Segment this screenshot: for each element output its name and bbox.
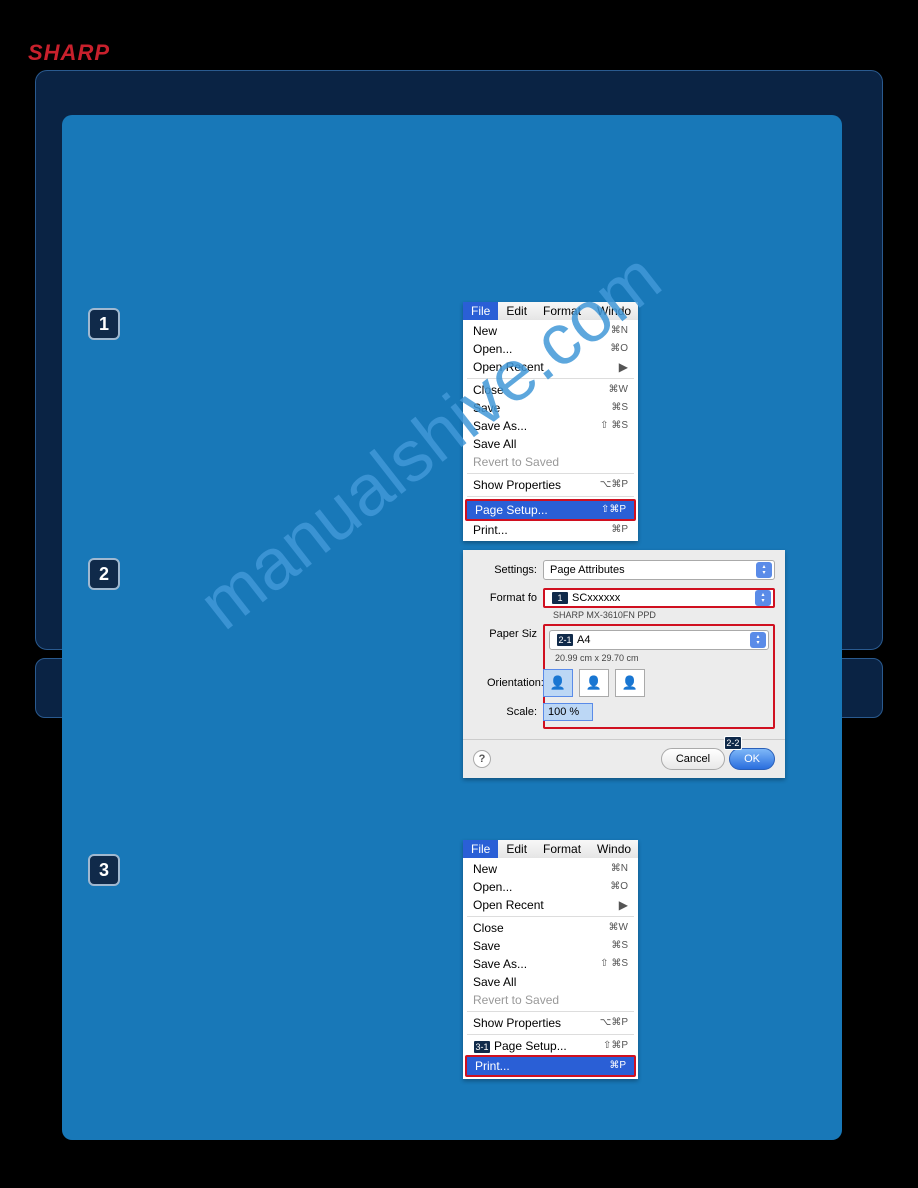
menubar-window[interactable]: Windo <box>589 302 639 320</box>
menubar-file[interactable]: File <box>463 840 498 858</box>
scale-label: Scale: <box>487 706 543 718</box>
menu-revert: Revert to Saved <box>463 453 638 471</box>
menubar-window[interactable]: Windo <box>589 840 639 858</box>
menu-new[interactable]: New⌘N <box>463 860 638 878</box>
menubar-format[interactable]: Format <box>535 302 589 320</box>
cancel-button[interactable]: Cancel <box>661 748 725 770</box>
paper-select[interactable]: 2-1A4 <box>549 630 769 650</box>
brand-logo: SHARP <box>28 40 110 66</box>
menu-print[interactable]: Print...⌘P <box>463 521 638 539</box>
dropdown-icon <box>755 590 771 606</box>
menu-save-all[interactable]: Save All <box>463 973 638 991</box>
menu-page-setup[interactable]: Page Setup...⇧⌘P <box>465 499 636 521</box>
menu-show-properties[interactable]: Show Properties⌥⌘P <box>463 476 638 494</box>
menu-close[interactable]: Close⌘W <box>463 919 638 937</box>
step-2-badge: 2 <box>88 558 120 590</box>
ppd-text: SHARP MX-3610FN PPD <box>553 610 775 620</box>
menubar: File Edit Format Windo <box>463 840 638 858</box>
menubar-file[interactable]: File <box>463 302 498 320</box>
menubar-edit[interactable]: Edit <box>498 840 535 858</box>
orient-portrait[interactable]: 👤 <box>543 669 573 697</box>
orient-landscape-l[interactable]: 👤 <box>579 669 609 697</box>
help-button[interactable]: ? <box>473 750 491 768</box>
menu-revert: Revert to Saved <box>463 991 638 1009</box>
file-menu-2: File Edit Format Windo New⌘N Open...⌘O O… <box>463 840 638 1079</box>
step-1-badge: 1 <box>88 308 120 340</box>
paper-dimensions: 20.99 cm x 29.70 cm <box>555 653 769 663</box>
dropdown-icon <box>756 562 772 578</box>
menu-save-all[interactable]: Save All <box>463 435 638 453</box>
scale-input[interactable] <box>543 703 593 721</box>
settings-label: Settings: <box>473 564 543 576</box>
ok-button[interactable]: OK <box>729 748 775 770</box>
format-select[interactable]: 1SCxxxxxx <box>543 588 775 608</box>
orient-label: Orientation: <box>487 677 543 689</box>
menu-save[interactable]: Save⌘S <box>463 399 638 417</box>
menu-open[interactable]: Open...⌘O <box>463 340 638 358</box>
menu-new[interactable]: New⌘N <box>463 322 638 340</box>
menu-open-recent[interactable]: Open Recent▶ <box>463 896 638 914</box>
step-3-badge: 3 <box>88 854 120 886</box>
file-menu-1: File Edit Format Windo New⌘N Open...⌘O O… <box>463 302 638 541</box>
menubar-edit[interactable]: Edit <box>498 302 535 320</box>
menu-open[interactable]: Open...⌘O <box>463 878 638 896</box>
settings-select[interactable]: Page Attributes <box>543 560 775 580</box>
menu-open-recent[interactable]: Open Recent▶ <box>463 358 638 376</box>
menubar-format[interactable]: Format <box>535 840 589 858</box>
page-setup-dialog: Settings: Page Attributes Format fo 1SCx… <box>463 550 785 778</box>
ok-badge: 2-2 <box>724 736 742 750</box>
menu-save-as[interactable]: Save As...⇧ ⌘S <box>463 955 638 973</box>
menu-save-as[interactable]: Save As...⇧ ⌘S <box>463 417 638 435</box>
menu-close[interactable]: Close⌘W <box>463 381 638 399</box>
menu-page-setup[interactable]: 3-1Page Setup...⇧⌘P <box>463 1037 638 1055</box>
menu-save[interactable]: Save⌘S <box>463 937 638 955</box>
menu-print[interactable]: Print...⌘P <box>465 1055 636 1077</box>
format-label: Format fo <box>473 592 543 604</box>
dropdown-icon <box>750 632 766 648</box>
menubar: File Edit Format Windo <box>463 302 638 320</box>
menu-show-properties[interactable]: Show Properties⌥⌘P <box>463 1014 638 1032</box>
orient-landscape-r[interactable]: 👤 <box>615 669 645 697</box>
